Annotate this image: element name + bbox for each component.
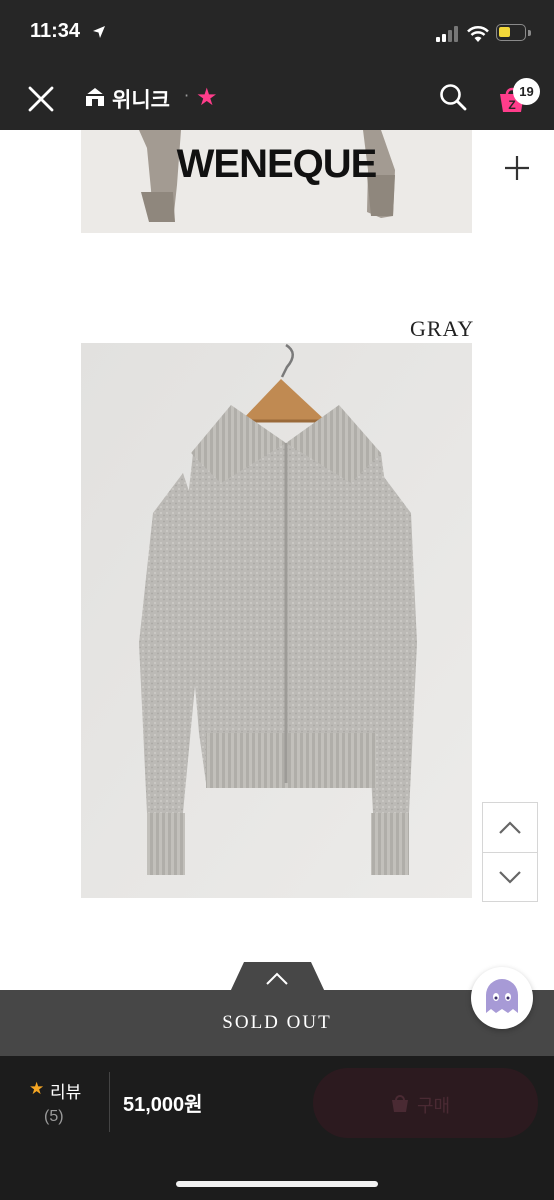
product-price: 51,000원 [123,1094,203,1116]
purchase-divider [109,1072,110,1132]
review-label[interactable]: 리뷰 [50,1078,81,1103]
close-icon[interactable] [26,84,56,114]
brand-logo-text: WENEQUE [176,142,378,186]
svg-text:Z: Z [508,98,515,112]
review-star-icon: ★ [29,1079,45,1099]
buy-button[interactable]: 구매 [313,1068,538,1138]
brand-banner-image: WENEQUE [81,130,472,233]
cellular-signal-icon [436,26,460,46]
scroll-nav [482,802,538,902]
title-separator: · [184,86,190,105]
home-indicator [176,1181,378,1187]
plus-icon[interactable] [502,153,532,187]
color-option-label: GRAY [410,316,475,341]
scroll-down-button[interactable] [483,852,537,901]
favorite-star-icon[interactable]: ★ [196,83,218,111]
bag-icon [389,1092,411,1119]
cart-count-badge: 19 [513,78,540,105]
battery-nub [528,30,531,36]
buy-button-label: 구매 [417,1096,451,1116]
review-count[interactable]: (5) [44,1108,64,1126]
shop-home-icon[interactable] [84,86,106,112]
product-photo [81,343,472,898]
battery-icon [496,24,526,41]
wifi-icon [466,25,490,47]
chatbot-ghost-icon[interactable] [471,967,533,1029]
location-arrow-icon [92,24,106,43]
scroll-up-button[interactable] [483,803,537,853]
status-time: 11:34 [30,20,81,42]
sold-out-label: SOLD OUT [222,1012,332,1033]
search-icon[interactable] [438,82,468,116]
shop-name[interactable]: 위니크 [112,84,170,114]
